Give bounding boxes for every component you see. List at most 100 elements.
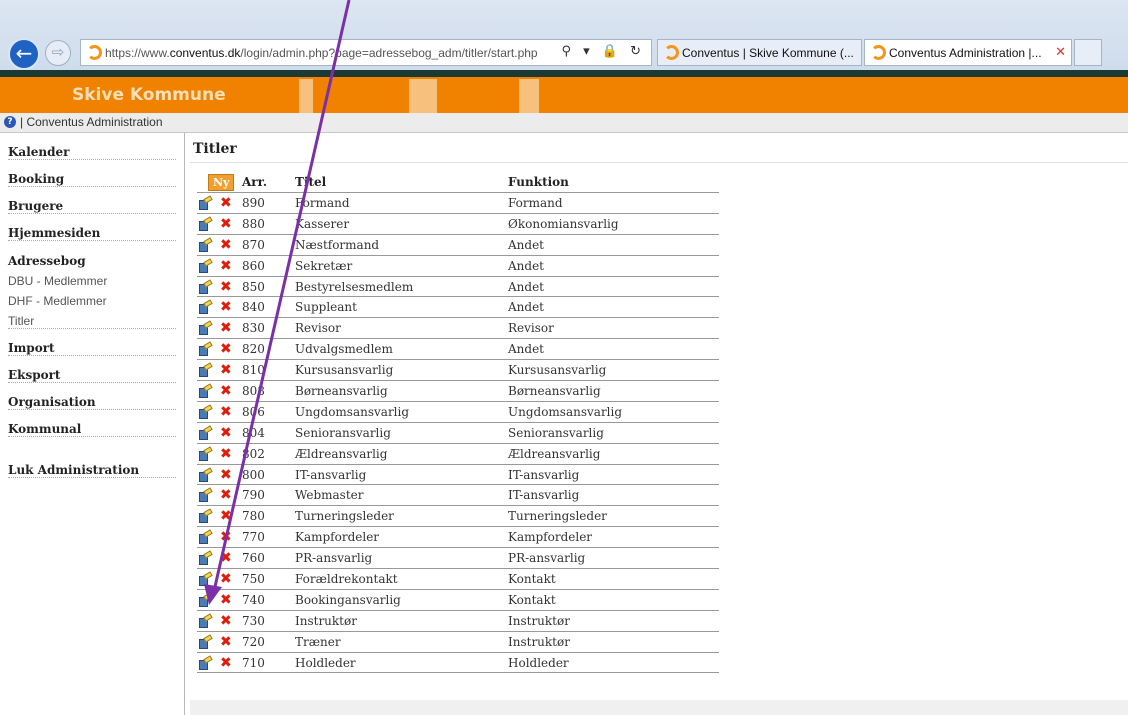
- sidebar-item-eksport[interactable]: Eksport: [8, 368, 176, 383]
- delete-icon[interactable]: ✖: [220, 426, 232, 440]
- delete-icon[interactable]: ✖: [220, 656, 232, 670]
- delete-icon[interactable]: ✖: [220, 488, 232, 502]
- browser-chrome: ← ⇨ https://www.conventus.dk/login/admin…: [0, 0, 1128, 70]
- edit-icon[interactable]: [199, 552, 212, 566]
- row-actions: ✖: [197, 213, 242, 235]
- edit-icon[interactable]: [199, 657, 212, 670]
- edit-icon[interactable]: [199, 427, 212, 440]
- sidebar-item-adressebog[interactable]: Adressebog: [8, 254, 176, 268]
- cell-funktion: Andet: [508, 276, 719, 298]
- cell-funktion: Ungdomsansvarlig: [508, 401, 719, 423]
- site-brand[interactable]: Skive Kommune: [72, 85, 226, 105]
- cell-arr: 802: [242, 443, 295, 465]
- delete-icon[interactable]: ✖: [220, 530, 232, 544]
- sidebar-item-organisation[interactable]: Organisation: [8, 395, 176, 410]
- new-tab-button[interactable]: [1074, 39, 1102, 66]
- edit-icon[interactable]: [199, 197, 212, 210]
- sidebar-item-import[interactable]: Import: [8, 341, 176, 356]
- edit-icon[interactable]: [199, 573, 212, 586]
- cell-funktion: Revisor: [508, 317, 719, 340]
- new-title-button[interactable]: Ny: [208, 173, 235, 191]
- cell-titel: Revisor: [295, 317, 508, 340]
- edit-icon[interactable]: [199, 636, 212, 649]
- row-actions: ✖: [197, 589, 242, 611]
- delete-icon[interactable]: ✖: [220, 196, 232, 210]
- sidebar-item-brugere[interactable]: Brugere: [8, 199, 176, 214]
- edit-icon[interactable]: [199, 615, 212, 628]
- cell-titel: Ungdomsansvarlig: [295, 401, 508, 423]
- forward-arrow-icon[interactable]: ⇨: [45, 40, 71, 66]
- sidebar-item-hjemmesiden[interactable]: Hjemmesiden: [8, 226, 176, 241]
- help-icon[interactable]: ?: [4, 116, 16, 128]
- edit-icon[interactable]: [199, 364, 212, 378]
- delete-icon[interactable]: ✖: [220, 572, 232, 586]
- edit-icon[interactable]: [199, 301, 212, 315]
- cell-titel: Formand: [295, 192, 508, 214]
- delete-icon[interactable]: ✖: [220, 363, 232, 377]
- edit-icon[interactable]: [199, 218, 212, 231]
- cell-funktion: Andet: [508, 255, 719, 277]
- table-row: ✖ 770 Kampfordeler Kampfordeler: [197, 526, 719, 549]
- delete-icon[interactable]: ✖: [220, 217, 232, 231]
- edit-icon[interactable]: [199, 322, 212, 336]
- row-actions: ✖: [197, 380, 242, 402]
- edit-icon[interactable]: [199, 343, 212, 357]
- delete-icon[interactable]: ✖: [220, 280, 232, 294]
- sidebar-item-booking[interactable]: Booking: [8, 172, 176, 187]
- cell-titel: Træner: [295, 631, 508, 653]
- edit-icon[interactable]: [199, 406, 212, 419]
- delete-icon[interactable]: ✖: [220, 238, 232, 252]
- cell-funktion: Andet: [508, 296, 719, 319]
- sidebar: Kalender Booking Brugere Hjemmesiden Adr…: [0, 133, 185, 715]
- table-row: ✖ 760 PR-ansvarlig PR-ansvarlig: [197, 547, 719, 570]
- edit-icon[interactable]: [199, 510, 212, 524]
- cell-titel: Bookingansvarlig: [295, 589, 508, 611]
- row-actions: ✖: [197, 610, 242, 632]
- edit-icon[interactable]: [199, 385, 212, 398]
- delete-icon[interactable]: ✖: [220, 259, 232, 273]
- column-header-actions: Ny: [197, 172, 242, 193]
- cell-titel: Udvalgsmedlem: [295, 338, 508, 361]
- address-bar[interactable]: https://www.conventus.dk/login/admin.php…: [80, 39, 652, 66]
- delete-icon[interactable]: ✖: [220, 468, 232, 482]
- delete-icon[interactable]: ✖: [220, 593, 232, 607]
- address-bar-icons[interactable]: ⚲ ▾ 🔒 ↻: [561, 44, 645, 59]
- edit-icon[interactable]: [199, 531, 212, 545]
- browser-tab[interactable]: Conventus | Skive Kommune (...: [657, 39, 862, 66]
- delete-icon[interactable]: ✖: [220, 321, 232, 335]
- tab-close-icon[interactable]: ✕: [1055, 44, 1066, 60]
- column-header-funktion[interactable]: Funktion: [508, 172, 719, 193]
- row-actions: ✖: [197, 422, 242, 444]
- column-header-arr[interactable]: Arr.: [242, 172, 295, 193]
- sidebar-item-dhf-medlemmer[interactable]: DHF - Medlemmer: [8, 294, 176, 308]
- sidebar-item-kommunal[interactable]: Kommunal: [8, 422, 176, 437]
- row-actions: ✖: [197, 443, 242, 465]
- back-arrow-icon[interactable]: ←: [8, 38, 40, 70]
- edit-icon[interactable]: [199, 448, 212, 461]
- delete-icon[interactable]: ✖: [220, 614, 232, 628]
- delete-icon[interactable]: ✖: [220, 551, 232, 565]
- sidebar-item-luk-administration[interactable]: Luk Administration: [8, 463, 176, 478]
- delete-icon[interactable]: ✖: [220, 342, 232, 356]
- sidebar-item-kalender[interactable]: Kalender: [8, 145, 176, 160]
- delete-icon[interactable]: ✖: [220, 384, 232, 398]
- cell-arr: 730: [242, 610, 295, 632]
- edit-icon[interactable]: [199, 594, 212, 607]
- edit-icon[interactable]: [199, 469, 212, 482]
- sidebar-item-dbu-medlemmer[interactable]: DBU - Medlemmer: [8, 274, 176, 288]
- delete-icon[interactable]: ✖: [220, 405, 232, 419]
- sidebar-item-titler[interactable]: Titler: [8, 314, 176, 329]
- edit-icon[interactable]: [199, 281, 212, 294]
- edit-icon[interactable]: [199, 260, 212, 273]
- edit-icon[interactable]: [199, 489, 212, 503]
- cell-funktion: Holdleder: [508, 652, 719, 674]
- column-header-titel[interactable]: Titel: [295, 172, 508, 193]
- delete-icon[interactable]: ✖: [220, 509, 232, 523]
- delete-icon[interactable]: ✖: [220, 300, 232, 314]
- browser-tab-active[interactable]: Conventus Administration |... ✕: [864, 39, 1072, 66]
- delete-icon[interactable]: ✖: [220, 635, 232, 649]
- edit-icon[interactable]: [199, 239, 212, 252]
- delete-icon[interactable]: ✖: [220, 447, 232, 461]
- cell-funktion: IT-ansvarlig: [508, 464, 719, 486]
- cell-funktion: Børneansvarlig: [508, 380, 719, 402]
